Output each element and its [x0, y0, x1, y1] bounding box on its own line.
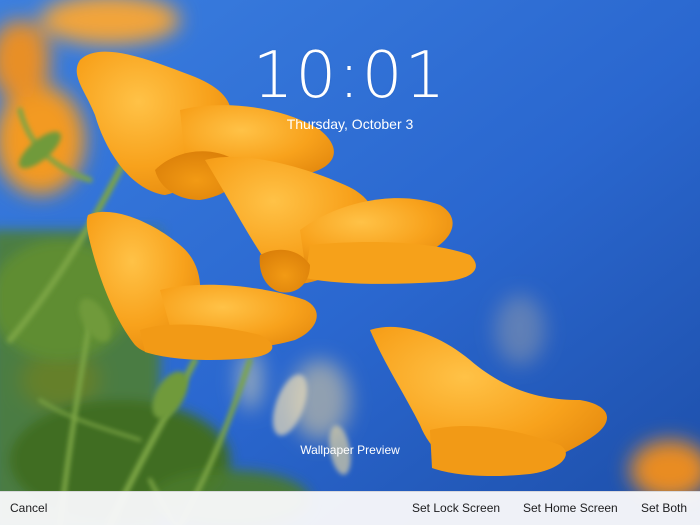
wallpaper-action-toolbar: Cancel Set Lock Screen Set Home Screen S…: [0, 491, 700, 525]
set-home-screen-button[interactable]: Set Home Screen: [523, 492, 618, 525]
lock-screen-time: 10:01: [252, 39, 448, 113]
wallpaper-preview-label: Wallpaper Preview: [300, 443, 400, 457]
set-both-button[interactable]: Set Both: [641, 492, 687, 525]
set-lock-screen-button[interactable]: Set Lock Screen: [412, 492, 500, 525]
lock-screen-date: Thursday, October 3: [286, 116, 414, 132]
cancel-button[interactable]: Cancel: [10, 492, 47, 525]
